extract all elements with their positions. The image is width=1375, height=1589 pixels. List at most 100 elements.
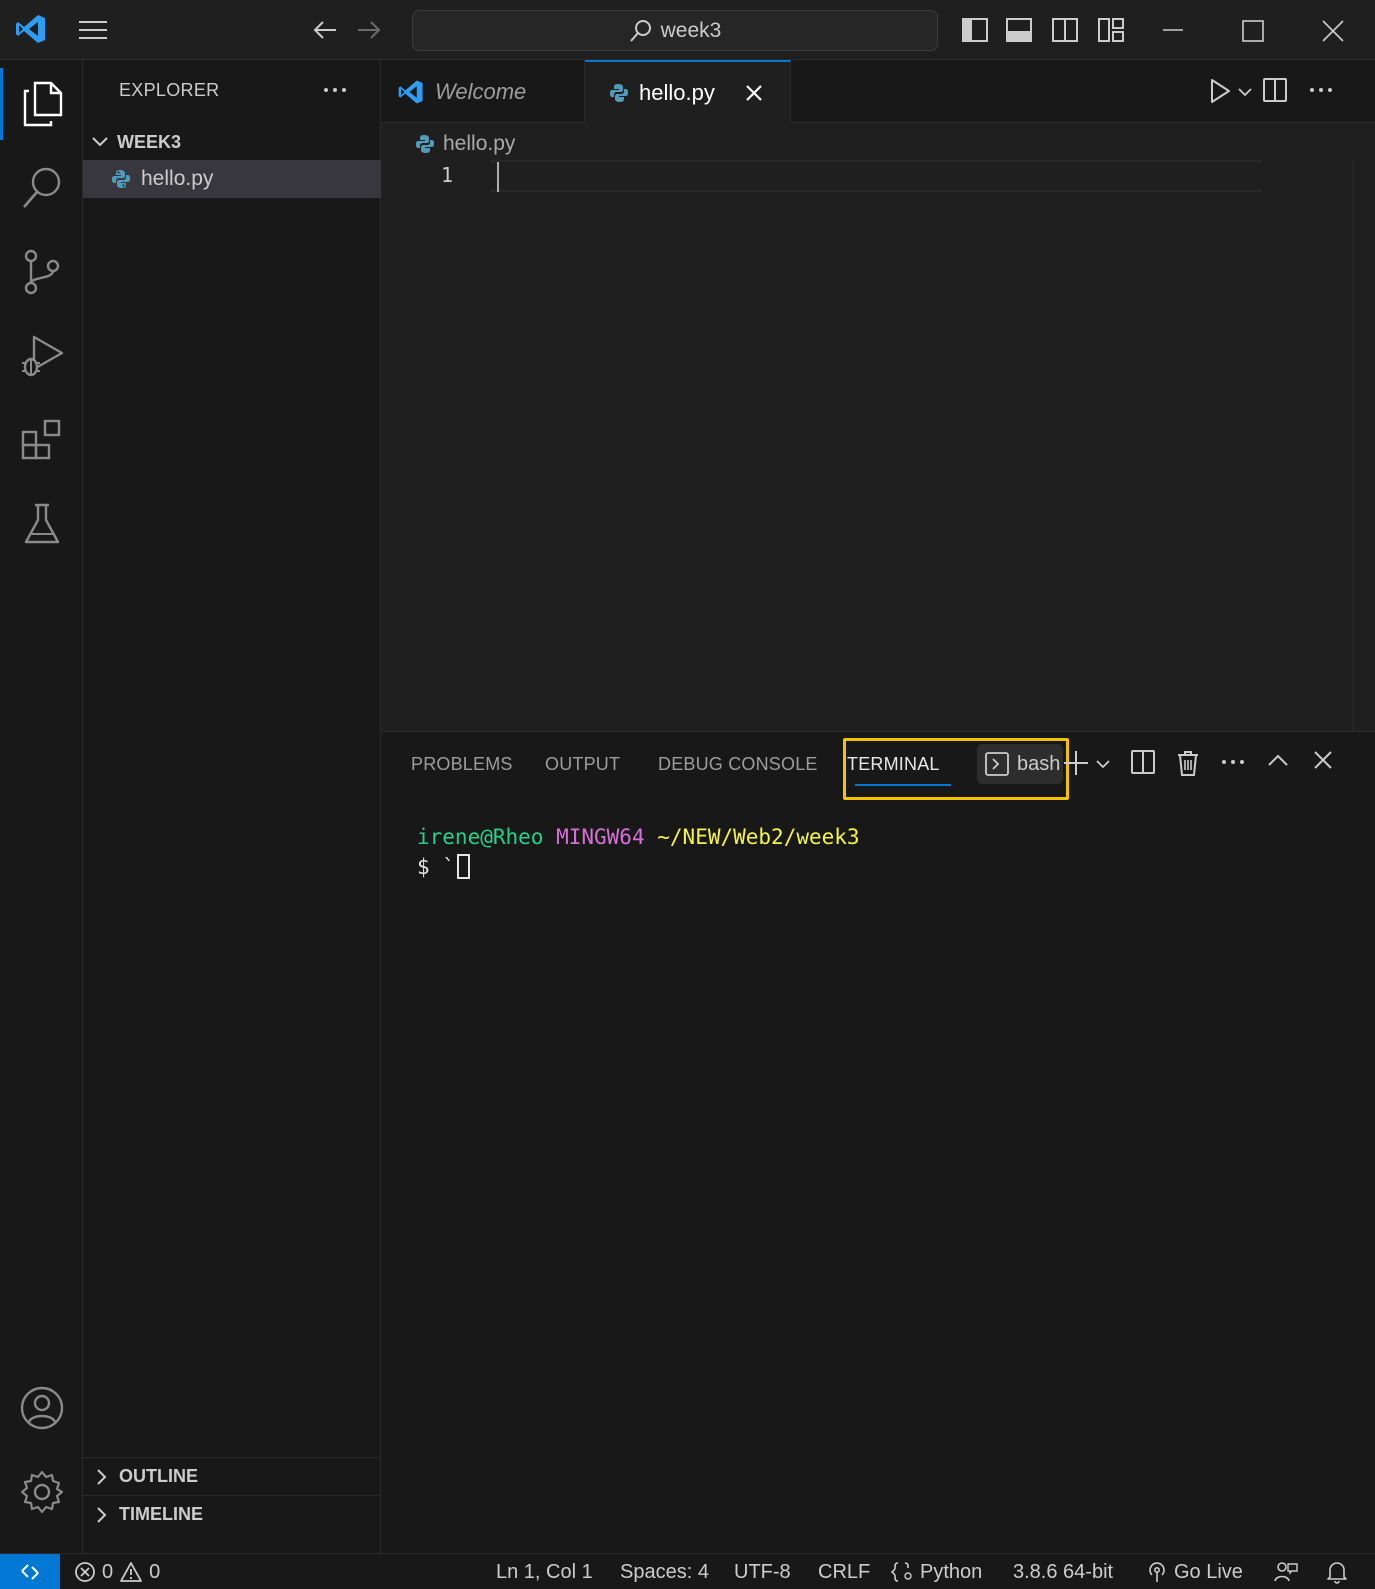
- tab-label: Welcome: [435, 78, 527, 104]
- folder-label: WEEK3: [117, 131, 182, 152]
- back-arrow-icon[interactable]: [312, 18, 338, 42]
- search-icon: [629, 19, 653, 43]
- source-control-icon[interactable]: [0, 232, 83, 312]
- text-cursor: [497, 162, 499, 192]
- editor-scrollbar-track[interactable]: [1353, 159, 1354, 731]
- encoding[interactable]: UTF-8: [734, 1554, 791, 1589]
- outline-label: OUTLINE: [119, 1466, 198, 1486]
- terminal-output[interactable]: irene@Rheo MINGW64 ~/NEW/Web2/week3 $ `: [417, 822, 860, 882]
- python-file-icon: [111, 169, 131, 189]
- tab-hello-py[interactable]: hello.py: [585, 60, 791, 123]
- minimize-icon[interactable]: [1162, 28, 1184, 32]
- run-python-file-icon[interactable]: [1209, 78, 1231, 104]
- close-window-icon[interactable]: [1322, 20, 1344, 42]
- kill-terminal-trash-icon[interactable]: [1177, 750, 1199, 776]
- vscode-logo-icon: [397, 78, 425, 106]
- title-bar: week3: [0, 0, 1375, 60]
- terminal-prompt: $ `: [417, 855, 455, 879]
- go-live-label: Go Live: [1174, 1560, 1243, 1583]
- more-actions-icon[interactable]: [321, 76, 349, 104]
- terminal-user: irene@Rheo: [417, 825, 544, 849]
- status-bar: 0 0 Ln 1, Col 1 Spaces: 4 UTF-8 CRLF Pyt…: [0, 1553, 1375, 1589]
- file-label: hello.py: [141, 167, 214, 190]
- broadcast-icon: [1146, 1561, 1168, 1583]
- timeline-section[interactable]: TIMELINE: [83, 1495, 381, 1533]
- search-text: week3: [660, 18, 722, 42]
- indentation[interactable]: Spaces: 4: [620, 1554, 709, 1589]
- accounts-icon[interactable]: [0, 1368, 83, 1448]
- explorer-sidebar: EXPLORER WEEK3 hello.py OUTLINE TIMELINE: [83, 60, 381, 1553]
- extensions-icon[interactable]: [0, 400, 83, 480]
- terminal-cursor: [456, 854, 470, 879]
- warning-count: 0: [149, 1560, 161, 1583]
- error-count: 0: [102, 1560, 114, 1583]
- run-and-debug-icon[interactable]: [0, 316, 83, 396]
- breadcrumb-file: hello.py: [443, 132, 516, 155]
- settings-gear-icon[interactable]: [0, 1452, 83, 1532]
- bottom-panel: PROBLEMS OUTPUT DEBUG CONSOLE TERMINAL b…: [381, 731, 1375, 1553]
- python-file-icon: [609, 83, 629, 103]
- folder-week3[interactable]: WEEK3: [83, 125, 381, 159]
- terminal-path: ~/NEW/Web2/week3: [657, 825, 860, 849]
- explorer-icon[interactable]: [0, 64, 83, 144]
- go-live-button[interactable]: Go Live: [1146, 1554, 1243, 1589]
- file-item-hello-py[interactable]: hello.py: [83, 160, 381, 198]
- notifications-bell-icon[interactable]: [1326, 1554, 1348, 1589]
- tab-problems[interactable]: PROBLEMS: [411, 754, 513, 775]
- cursor-position[interactable]: Ln 1, Col 1: [496, 1554, 593, 1589]
- remote-icon: [19, 1561, 41, 1583]
- timeline-label: TIMELINE: [119, 1504, 203, 1524]
- toggle-primary-sidebar-icon[interactable]: [962, 18, 988, 42]
- launch-profile-chevron-down-icon[interactable]: [1095, 758, 1111, 770]
- split-terminal-icon[interactable]: [1131, 750, 1155, 774]
- chevron-right-icon: [95, 1506, 109, 1524]
- remote-indicator[interactable]: [0, 1554, 60, 1589]
- error-icon: [74, 1561, 96, 1583]
- split-editor-icon[interactable]: [1263, 78, 1287, 102]
- tab-output[interactable]: OUTPUT: [545, 754, 620, 775]
- run-options-chevron-down-icon[interactable]: [1237, 86, 1253, 98]
- problems-indicator[interactable]: 0 0: [74, 1554, 160, 1589]
- language-label: Python: [920, 1560, 983, 1583]
- current-line-highlight: [491, 160, 1261, 192]
- breadcrumb[interactable]: hello.py: [415, 129, 515, 159]
- terminal-prompt-line: irene@Rheo MINGW64 ~/NEW/Web2/week3: [417, 822, 860, 852]
- close-tab-icon[interactable]: [745, 84, 763, 102]
- search-icon[interactable]: [0, 148, 83, 228]
- terminal-input-line: $ `: [417, 852, 860, 882]
- chevron-down-icon: [91, 133, 109, 151]
- python-file-icon: [415, 134, 435, 154]
- command-center-search[interactable]: week3: [412, 10, 938, 51]
- line-number: 1: [441, 163, 454, 187]
- chevron-right-icon: [95, 1468, 109, 1486]
- language-mode[interactable]: Python: [890, 1554, 982, 1589]
- tab-debug-console[interactable]: DEBUG CONSOLE: [658, 754, 818, 775]
- feedback-icon[interactable]: [1274, 1554, 1298, 1589]
- new-terminal-plus-icon[interactable]: [1063, 750, 1089, 776]
- close-panel-icon[interactable]: [1313, 750, 1333, 770]
- customize-layout-icon[interactable]: [1098, 18, 1124, 42]
- warning-icon: [119, 1561, 143, 1583]
- terminal-system: MINGW64: [556, 825, 645, 849]
- testing-flask-icon[interactable]: [0, 484, 83, 564]
- vscode-logo-icon: [14, 12, 48, 46]
- toggle-panel-icon[interactable]: [1006, 18, 1032, 42]
- tab-label: hello.py: [639, 79, 715, 105]
- code-editor[interactable]: hello.py 1: [381, 123, 1375, 731]
- sidebar-title: EXPLORER: [119, 80, 220, 100]
- tab-welcome[interactable]: Welcome: [381, 60, 585, 123]
- editor-tabs: Welcome hello.py: [381, 60, 1375, 123]
- panel-more-actions-icon[interactable]: [1219, 750, 1247, 774]
- python-interpreter[interactable]: 3.8.6 64-bit: [1013, 1554, 1113, 1589]
- end-of-line[interactable]: CRLF: [818, 1554, 870, 1589]
- editor-more-actions-icon[interactable]: [1307, 78, 1335, 102]
- toggle-secondary-sidebar-icon[interactable]: [1052, 18, 1078, 42]
- menu-icon[interactable]: [78, 18, 108, 42]
- annotation-highlight-box: [843, 738, 1069, 800]
- forward-arrow-icon[interactable]: [356, 18, 382, 42]
- maximize-panel-chevron-up-icon[interactable]: [1267, 750, 1289, 772]
- maximize-icon[interactable]: [1242, 20, 1264, 42]
- activity-bar: [0, 60, 83, 1553]
- braces-icon: [890, 1561, 914, 1583]
- outline-section[interactable]: OUTLINE: [83, 1457, 381, 1495]
